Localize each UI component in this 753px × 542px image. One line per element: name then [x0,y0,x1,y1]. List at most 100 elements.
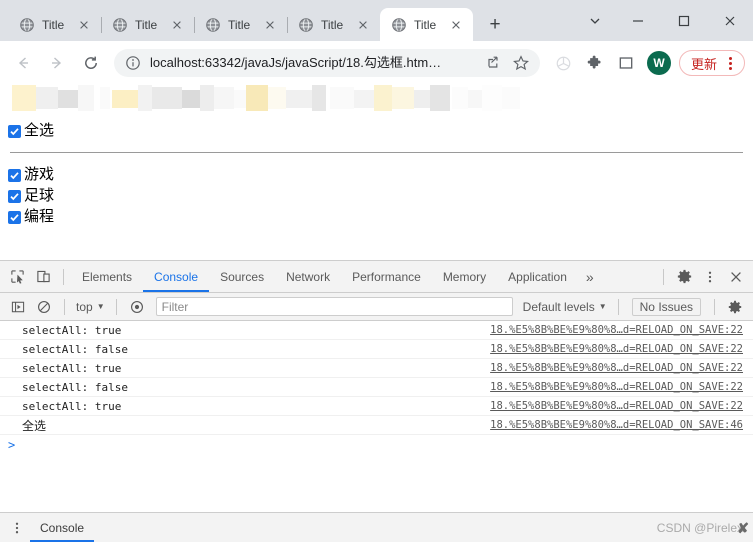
watermark: CSDN @Pirelex ✘ [656,520,749,536]
kebab-menu-icon [15,522,19,533]
devtools-tab-list: Elements Console Sources Network Performance… [71,261,578,292]
tab-close-button[interactable] [355,17,371,33]
new-tab-button[interactable]: + [481,10,509,38]
checkbox-row-select-all[interactable]: 全选 [8,121,745,141]
tab-search-button[interactable] [575,5,615,37]
filter-input[interactable]: Filter [155,297,513,316]
console-log-message: 全选 [22,418,47,433]
extensions-button[interactable] [582,50,608,76]
tab-title: Title [135,17,158,32]
console-log-source-link[interactable]: 18.%E5%8B%BE%E9%80%8…d=RELOAD_ON_SAVE:22 [490,381,743,393]
reload-button[interactable] [76,48,106,78]
kebab-menu-icon[interactable] [720,53,740,73]
url-text: localhost:63342/javaJs/javaScript/18.勾选框… [150,55,442,70]
devtools-tab-label: Performance [352,269,421,284]
log-levels-label: Default levels [522,299,595,314]
filterbar-separator-4 [714,298,715,315]
avatar[interactable]: W [646,51,671,75]
devtools-tab-memory[interactable]: Memory [432,261,497,292]
console-settings-button[interactable] [722,294,748,320]
console-log-message: selectAll: true [22,361,122,375]
address-bar[interactable]: localhost:63342/javaJs/javaScript/18.勾选框… [114,49,540,77]
more-tabs-button[interactable]: » [578,269,602,285]
tab-close-button[interactable] [262,17,278,33]
side-panel-button[interactable] [613,50,639,76]
execution-context-label: top [76,299,93,314]
execute-snippet-button[interactable] [5,294,31,320]
share-icon[interactable] [484,54,502,72]
devtools-tab-performance[interactable]: Performance [341,261,432,292]
blurred-bookmark-block [354,90,374,108]
side-panel-icon [619,57,633,69]
console-log-row[interactable]: selectAll: false 18.%E5%8B%BE%E9%80%8…d=R… [0,378,753,397]
extension-pinwheel-button[interactable] [551,50,577,76]
option-label: 游戏 [24,166,55,183]
star-icon[interactable] [512,54,530,72]
console-log-source-link[interactable]: 18.%E5%8B%BE%E9%80%8…d=RELOAD_ON_SAVE:22 [490,362,743,374]
tab-title: Title [228,17,251,32]
device-toolbar-button[interactable] [30,264,56,290]
filterbar-separator-3 [617,298,619,315]
devtools-tab-network[interactable]: Network [275,261,341,292]
devtools-tab-elements[interactable]: Elements [71,261,143,292]
log-levels-selector[interactable]: Default levels ▼ [519,300,611,314]
option-checkbox[interactable] [8,168,21,182]
update-label: 更新 [690,56,717,72]
tab-close-button[interactable] [169,17,185,33]
tab-title: Title [42,17,65,32]
tab-4[interactable]: Title [287,8,380,41]
close-window-button[interactable] [707,5,753,37]
drawer-tab-label: Console [40,520,85,535]
live-expression-icon [130,300,143,313]
update-button[interactable]: 更新 [678,50,745,76]
devtools-menu-button[interactable] [697,264,723,290]
console-log-row[interactable]: selectAll: true 18.%E5%8B%BE%E9%80%8…d=RE… [0,321,753,340]
devtools-tab-sources[interactable]: Sources [209,261,275,292]
console-log-source-link[interactable]: 18.%E5%8B%BE%E9%80%8…d=RELOAD_ON_SAVE:46 [490,419,743,431]
info-circle-icon[interactable] [125,55,141,71]
maximize-button[interactable] [661,5,707,37]
globe-icon [206,17,220,32]
back-button[interactable] [8,48,38,78]
globe-icon [20,17,34,32]
devtools-settings-button[interactable] [671,264,697,290]
console-log-source-link[interactable]: 18.%E5%8B%BE%E9%80%8…d=RELOAD_ON_SAVE:22 [490,343,743,355]
checkbox-row-option-3[interactable]: 编程 [8,207,745,227]
inspect-element-button[interactable] [4,264,30,290]
devtools-tab-application[interactable]: Application [497,261,578,292]
checkbox-row-option-2[interactable]: 足球 [8,186,745,206]
tab-close-button[interactable] [76,17,92,33]
live-expression-button[interactable] [124,294,150,320]
option-checkbox[interactable] [8,189,21,203]
select-all-checkbox[interactable] [8,124,21,138]
console-message-list[interactable]: selectAll: true 18.%E5%8B%BE%E9%80%8…d=RE… [0,321,753,512]
console-log-source-link[interactable]: 18.%E5%8B%BE%E9%80%8…d=RELOAD_ON_SAVE:22 [490,324,743,336]
execution-context-selector[interactable]: top ▼ [72,297,109,317]
minimize-button[interactable] [615,5,661,37]
tab-close-button[interactable] [448,17,464,33]
console-log-row[interactable]: selectAll: false 18.%E5%8B%BE%E9%80%8…d=R… [0,340,753,359]
devtools-tab-console[interactable]: Console [143,261,209,292]
devtools-close-button[interactable] [723,264,749,290]
drawer-tab-console[interactable]: Console [30,513,94,542]
option-checkbox[interactable] [8,210,21,224]
tab-3[interactable]: Title [194,8,288,41]
console-log-row[interactable]: selectAll: true 18.%E5%8B%BE%E9%80%8…d=RE… [0,359,753,378]
console-prompt[interactable]: > [0,435,753,455]
forward-button[interactable] [42,48,72,78]
blurred-bookmark-block [246,85,268,111]
section-divider [10,152,743,153]
checkbox-row-option-1[interactable]: 游戏 [8,165,745,185]
console-log-row[interactable]: 全选 18.%E5%8B%BE%E9%80%8…d=RELOAD_ON_SAVE:… [0,416,753,435]
tab-1[interactable]: Title [8,8,102,41]
console-log-source-link[interactable]: 18.%E5%8B%BE%E9%80%8…d=RELOAD_ON_SAVE:22 [490,400,743,412]
console-drawer-bar: Console CSDN @Pirelex ✘ [0,512,753,542]
watermark-text: CSDN @Pirelex [656,520,743,535]
console-log-row[interactable]: selectAll: true 18.%E5%8B%BE%E9%80%8…d=RE… [0,397,753,416]
devtools-tabbar-actions [656,264,749,290]
issues-button[interactable]: No Issues [631,297,701,316]
drawer-menu-button[interactable] [4,515,30,541]
tab-5[interactable]: Title [380,8,473,41]
tab-2[interactable]: Title [101,8,195,41]
clear-console-button[interactable] [31,294,57,320]
